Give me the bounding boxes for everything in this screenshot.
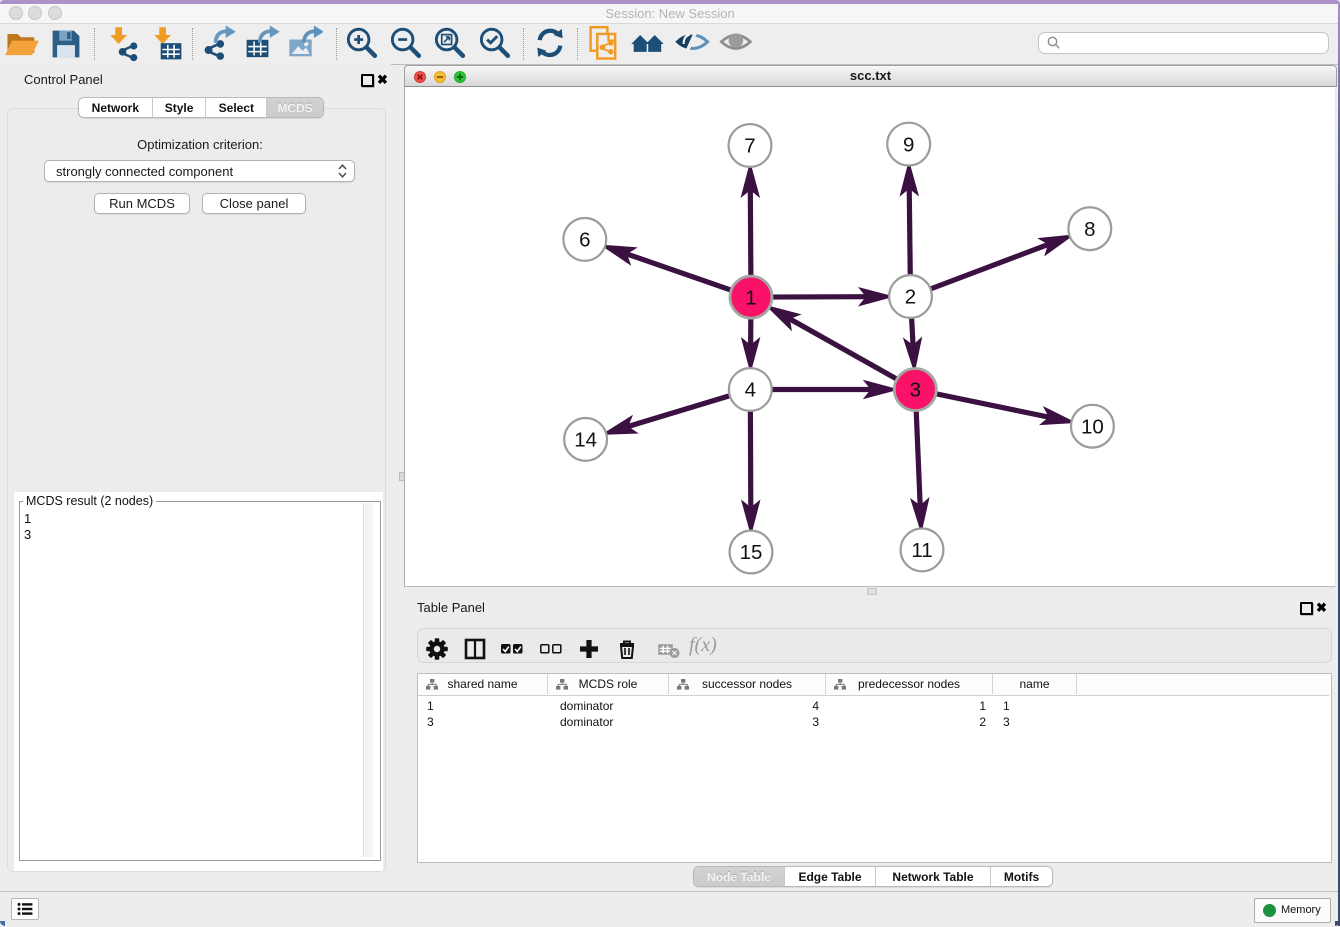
svg-text:7: 7 — [744, 135, 755, 158]
svg-text:11: 11 — [911, 539, 932, 562]
svg-text:2: 2 — [905, 286, 916, 309]
svg-text:1: 1 — [745, 286, 756, 309]
svg-text:9: 9 — [903, 133, 914, 156]
svg-text:15: 15 — [740, 541, 763, 564]
svg-text:4: 4 — [745, 379, 756, 402]
svg-text:10: 10 — [1081, 415, 1104, 438]
svg-text:3: 3 — [910, 379, 921, 402]
svg-text:14: 14 — [574, 429, 597, 452]
svg-text:6: 6 — [579, 229, 590, 252]
svg-text:8: 8 — [1084, 218, 1095, 241]
